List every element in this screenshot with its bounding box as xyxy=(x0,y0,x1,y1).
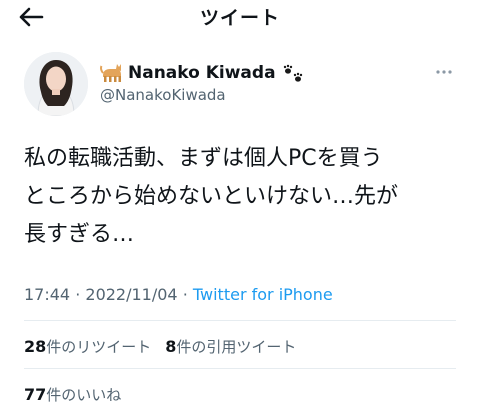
divider xyxy=(24,368,456,369)
like-label: 件のいいね xyxy=(46,386,122,404)
author-handle[interactable]: @NanakoKiwada xyxy=(100,86,226,104)
divider xyxy=(24,320,456,321)
top-bar: ツイート xyxy=(0,0,480,40)
engagement-stats: 28件のリツイート 8件の引用ツイート xyxy=(24,336,296,357)
quote-count: 8 xyxy=(165,337,177,356)
more-icon xyxy=(436,70,452,74)
meta-separator: · xyxy=(182,285,188,304)
tweet-text: 私の転職活動、まずは個人PCを買う ところから始めないといけない…先が 長すぎる… xyxy=(24,146,399,247)
quote-label: 件の引用ツイート xyxy=(176,338,297,356)
author-name-row[interactable]: Nanako Kiwada xyxy=(100,60,306,86)
likes-stat[interactable]: 77件のいいね xyxy=(24,384,121,405)
cat-emoji-icon xyxy=(100,64,121,82)
quote-tweets-stat[interactable]: 8件の引用ツイート xyxy=(165,336,296,357)
retweets-stat[interactable]: 28件のリツイート xyxy=(24,336,151,357)
like-count: 77 xyxy=(24,385,47,404)
retweet-label: 件のリツイート xyxy=(46,338,152,356)
avatar-image xyxy=(24,52,88,116)
meta-separator: · xyxy=(75,285,81,304)
tweet-date[interactable]: 2022/11/04 xyxy=(85,285,177,304)
display-name: Nanako Kiwada xyxy=(128,63,276,83)
tweet-meta: 17:44 · 2022/11/04 · Twitter for iPhone xyxy=(24,285,333,304)
more-options-button[interactable] xyxy=(430,62,458,82)
avatar[interactable] xyxy=(24,52,88,116)
retweet-count: 28 xyxy=(24,337,47,356)
paw-prints-icon xyxy=(283,64,302,82)
page-title: ツイート xyxy=(199,7,280,29)
tweet-time[interactable]: 17:44 xyxy=(24,285,70,304)
tweet-source-link[interactable]: Twitter for iPhone xyxy=(193,285,333,304)
